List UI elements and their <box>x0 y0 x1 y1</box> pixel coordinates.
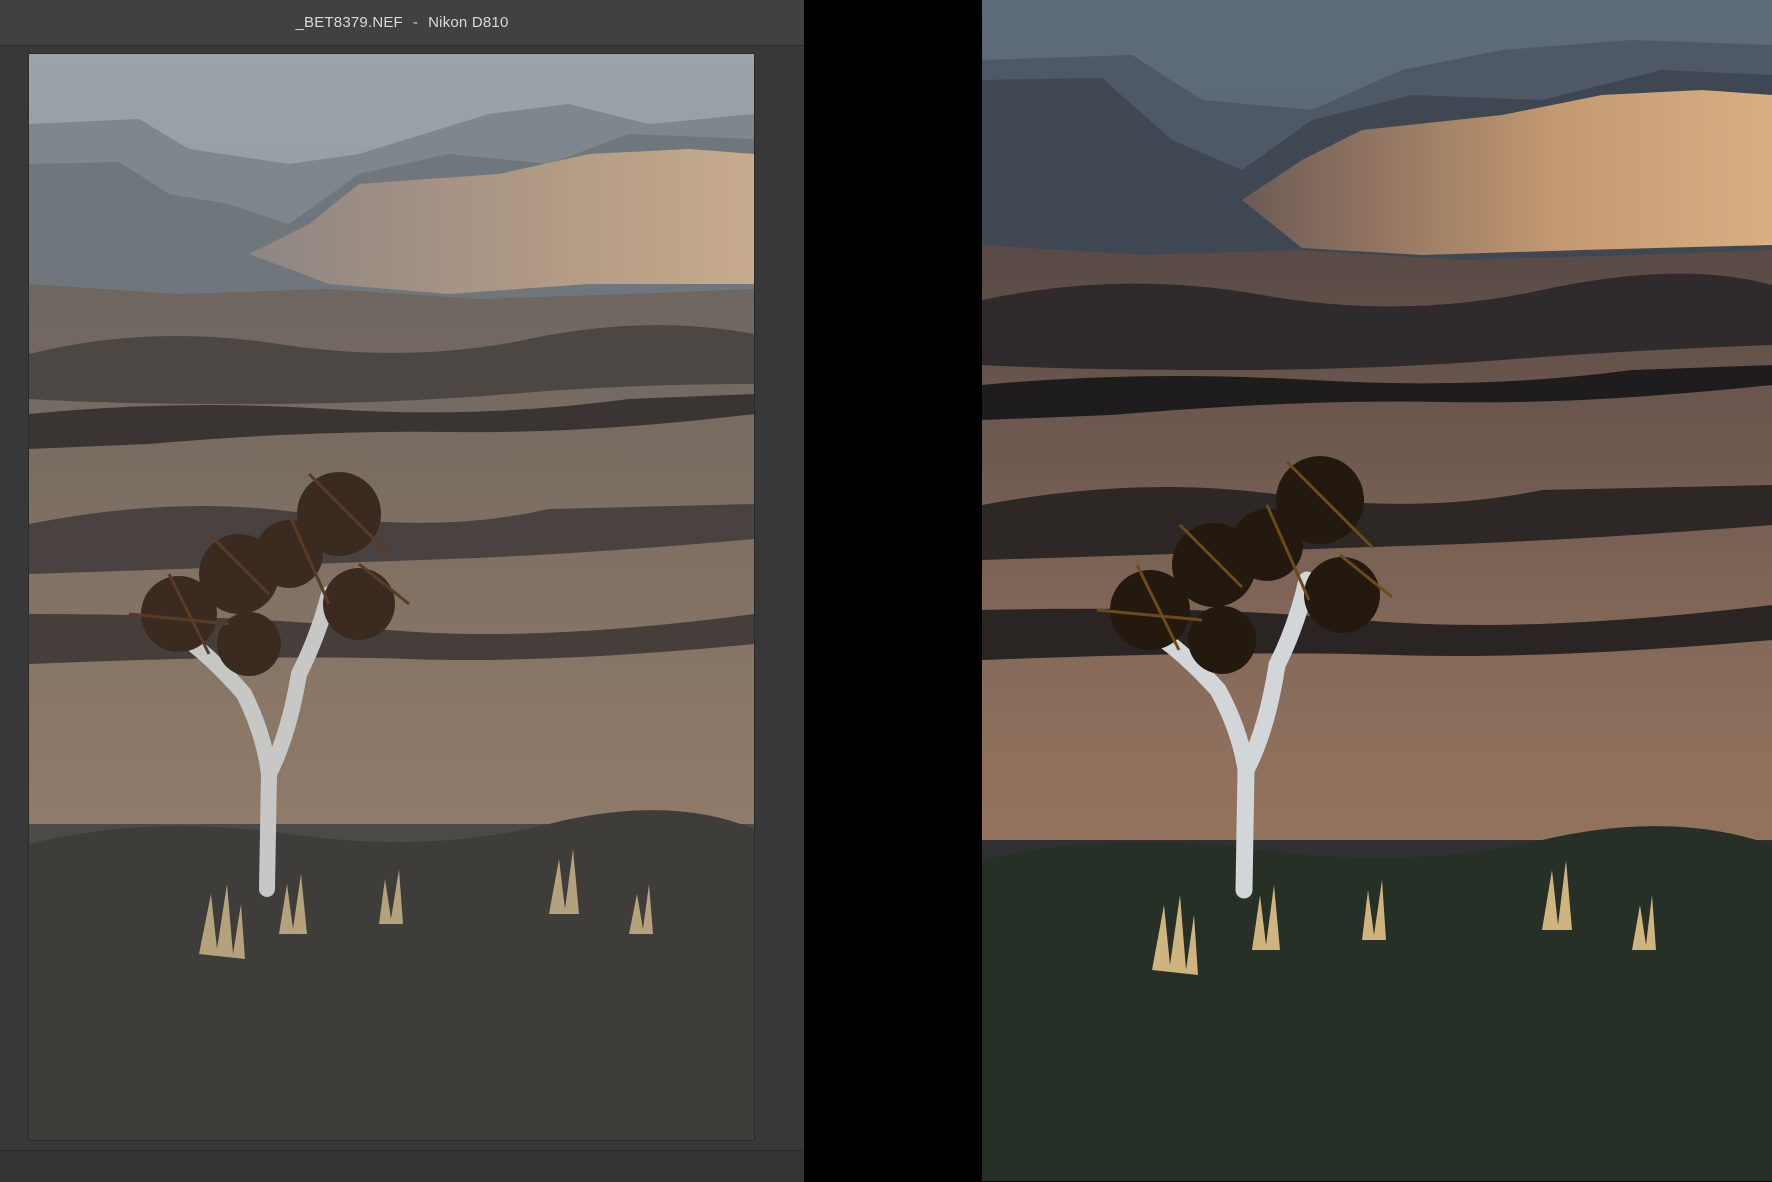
landscape-photo-icon <box>982 0 1772 1181</box>
photo-after-edit[interactable] <box>982 0 1772 1181</box>
window-title-filename: _BET8379.NEF <box>295 14 403 31</box>
window-titlebar[interactable]: _BET8379.NEF - Nikon D810 <box>0 0 804 46</box>
status-bar <box>0 1150 804 1182</box>
photo-before-edit[interactable] <box>29 54 754 1140</box>
window-title-camera: Nikon D810 <box>428 14 509 31</box>
photo-editor-window: _BET8379.NEF - Nikon D810 <box>0 0 804 1182</box>
window-title-separator: - <box>412 14 419 31</box>
landscape-photo-icon <box>29 54 754 1140</box>
